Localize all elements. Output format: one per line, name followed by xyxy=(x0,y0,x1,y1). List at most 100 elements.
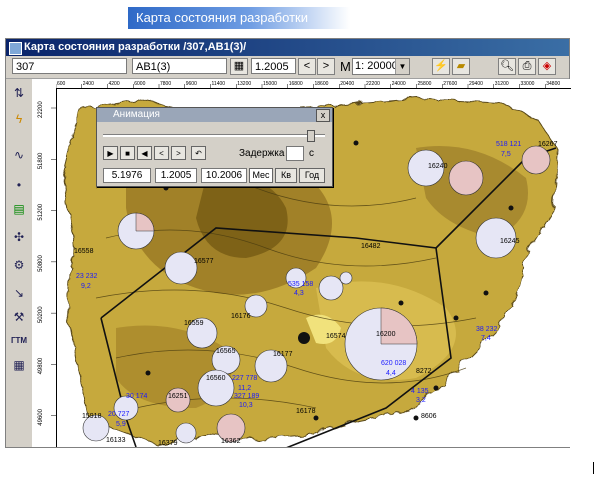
gtm-tool-icon[interactable]: ГТМ xyxy=(9,331,29,351)
left-toolbar: ⇅ ϟ ∿ • ▤ ✣ ⚙ ↘ ⚒ ГТМ ▦ xyxy=(6,79,33,447)
date-field[interactable]: 1.2005 xyxy=(251,58,296,74)
slider-thumb[interactable] xyxy=(307,130,315,142)
scale-label: M xyxy=(340,59,351,74)
scale-value: 1: 20000 xyxy=(355,60,398,72)
value-label: 4 135 xyxy=(411,388,429,395)
current-date-field[interactable]: 1.2005 xyxy=(155,168,197,183)
ruler-tick-label: 22200 xyxy=(366,81,380,87)
well-label: 16577 xyxy=(194,258,214,265)
app-icon xyxy=(9,42,22,55)
path-tool-icon[interactable]: ∿ xyxy=(9,145,29,165)
stop-button[interactable]: ■ xyxy=(120,146,135,160)
ruler-tick-label: 27600 xyxy=(443,81,457,87)
ruler-tick-label: 51800 xyxy=(38,152,44,169)
ruler-tick-label: 11400 xyxy=(212,81,226,87)
layers-icon[interactable]: ◈ xyxy=(538,58,556,75)
ruler-left: 22200 51800 51200 50800 50200 49800 49600 xyxy=(32,88,57,447)
slider-track xyxy=(103,134,325,137)
well-label: 16240 xyxy=(428,163,448,170)
well-label: 16379 xyxy=(158,440,178,447)
lightning-tool-icon[interactable]: ϟ xyxy=(9,109,29,129)
reset-button[interactable]: ↶ xyxy=(191,146,206,160)
value-label: 10,3 xyxy=(239,402,253,409)
ruler-tick-label: 20400 xyxy=(340,81,354,87)
value-label: 535 158 xyxy=(288,281,313,288)
points-tool-icon[interactable]: • xyxy=(9,175,29,195)
value-label: 23 232 xyxy=(76,273,98,280)
ruler-tick-label: 29400 xyxy=(469,81,483,87)
value-label: 9,2 xyxy=(81,283,91,290)
well-label: 16559 xyxy=(184,320,204,327)
close-icon[interactable]: x xyxy=(316,109,330,122)
animation-title: Анимация xyxy=(113,109,160,120)
end-date-field[interactable]: 10.2006 xyxy=(201,168,247,183)
delay-unit: с xyxy=(309,148,314,159)
layer-field[interactable]: АВ1(3) xyxy=(132,58,227,74)
pointer-tool-icon[interactable]: ↘ xyxy=(9,283,29,303)
link-tool-icon[interactable]: ⚙ xyxy=(9,255,29,275)
well-label: 16558 xyxy=(74,248,94,255)
ruler-tick-label: 24000 xyxy=(392,81,406,87)
delay-input[interactable] xyxy=(286,146,304,161)
step-back-button[interactable]: < xyxy=(154,146,169,160)
ruler-tick-label: 7800 xyxy=(160,81,171,87)
well-label: 16560 xyxy=(206,375,226,382)
window-titlebar[interactable]: Карта состояния разработки /307,АВ1(3)/ xyxy=(6,39,569,56)
ruler-tick-label: 22200 xyxy=(38,101,44,118)
well-axis-icon[interactable]: ⇅ xyxy=(9,83,29,103)
well-label: 8606 xyxy=(421,413,437,420)
ruler-left-ticks: 22200 51800 51200 50800 50200 49800 49600 xyxy=(38,101,56,426)
grid-tool-icon[interactable]: ▤ xyxy=(9,199,29,219)
ruler-tick-label: 2400 xyxy=(83,81,94,87)
print-icon[interactable]: ⎙ xyxy=(518,58,536,75)
well-label: 16574 xyxy=(326,333,346,340)
animation-dialog-titlebar[interactable]: Анимация x xyxy=(97,108,332,122)
ruler-tick-label: 13200 xyxy=(237,81,251,87)
animation-slider[interactable] xyxy=(103,130,325,142)
ruler-tick-label: 9600 xyxy=(186,81,197,87)
well-label: 8272 xyxy=(416,368,432,375)
object-field[interactable]: 307 xyxy=(12,58,127,74)
value-label: 38 232 xyxy=(476,326,498,333)
zoom-icon[interactable]: 🔍︎ xyxy=(498,58,516,75)
ruler-tick-label: 16800 xyxy=(289,81,303,87)
period-year-button[interactable]: Год xyxy=(299,168,325,183)
ruler-tick-label: 31200 xyxy=(495,81,509,87)
well-label: 16267 xyxy=(538,141,558,148)
ruler-top-ticks: 600 2400 4200 6000 7800 9600 11400 13200 15000 16… xyxy=(55,81,560,88)
ruler-tick-label: 50200 xyxy=(38,306,44,323)
next-date-button[interactable]: > xyxy=(317,58,335,75)
prev-date-button[interactable]: < xyxy=(298,58,316,75)
ruler-tick-label: 4200 xyxy=(109,81,120,87)
window-title: Карта состояния разработки /307,АВ1(3)/ xyxy=(24,41,247,53)
well-label: 16362 xyxy=(221,438,241,445)
value-label: 5,9 xyxy=(116,421,126,428)
network-tool-icon[interactable]: ✣ xyxy=(9,227,29,247)
reverse-button[interactable]: ◀ xyxy=(137,146,152,160)
drill-tool-icon[interactable]: ⚒ xyxy=(9,307,29,327)
ruler-tick-label: 49600 xyxy=(38,408,44,425)
animation-dialog: Анимация x ▶ ■ ◀ < > ↶ Задержка с 5.1976… xyxy=(96,107,333,187)
play-button[interactable]: ▶ xyxy=(103,146,118,160)
value-label: 327 189 xyxy=(234,393,259,400)
ruler-tick-label: 6000 xyxy=(134,81,145,87)
lightning-icon[interactable]: ⚡ xyxy=(432,58,450,75)
well-label: 16565 xyxy=(216,348,236,355)
value-label: 227 778 xyxy=(232,375,257,382)
value-label: 4,4 xyxy=(386,370,396,377)
value-label: 518 121 xyxy=(496,141,521,148)
table-tool-icon[interactable]: ▦ xyxy=(9,355,29,375)
calendar-icon[interactable]: ▦ xyxy=(230,58,248,75)
well-label: 16133 xyxy=(106,437,126,444)
step-forward-button[interactable]: > xyxy=(171,146,186,160)
start-date-field[interactable]: 5.1976 xyxy=(103,168,151,183)
period-month-button[interactable]: Мес xyxy=(249,168,273,183)
well-label: 16482 xyxy=(361,243,381,250)
well-label: 16178 xyxy=(296,408,316,415)
period-quarter-button[interactable]: Кв xyxy=(275,168,297,183)
scale-select[interactable]: 1: 20000 ▼ xyxy=(352,58,410,75)
value-label: 620 028 xyxy=(381,360,406,367)
folder-icon[interactable]: ▰ xyxy=(452,58,470,75)
well-label: 16177 xyxy=(273,351,293,358)
value-label: 4,3 xyxy=(294,290,304,297)
